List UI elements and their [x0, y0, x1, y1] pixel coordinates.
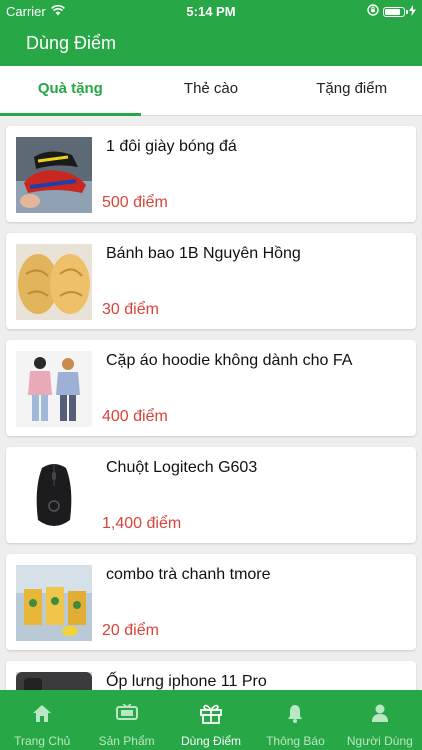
battery-icon: [383, 6, 408, 17]
lemon-tea-photo: [16, 565, 92, 641]
soccer-shoes-photo: [16, 137, 92, 213]
product-price: 30 điểm: [102, 301, 159, 318]
product-name: Chuột Logitech G603: [106, 459, 258, 476]
product-price: 20 điểm: [102, 622, 159, 639]
tab-gifts[interactable]: Quà tặng: [0, 66, 141, 116]
product-card[interactable]: combo trà chanh tmore 20 điểm: [6, 554, 416, 650]
bottom-nav: Trang Chủ Sản Phẩm Dùng Điểm Thông Báo N…: [0, 690, 422, 750]
page-title: Dùng Điểm: [26, 33, 117, 53]
top-bar: Carrier 5:14 PM Dùng Điểm: [0, 0, 422, 66]
product-name: 1 đôi giày bóng đá: [106, 138, 237, 155]
nav-item-notifications[interactable]: Thông Báo: [253, 690, 337, 750]
product-name: combo trà chanh tmore: [106, 566, 271, 583]
product-price: 1,400 điểm: [102, 515, 182, 532]
product-card[interactable]: Bánh bao 1B Nguyên Hồng 30 điểm: [6, 233, 416, 329]
status-right: [367, 4, 416, 19]
products-icon: [84, 702, 168, 724]
nav-label: Thông Báo: [266, 734, 325, 748]
bell-icon: [253, 702, 337, 724]
gift-icon: [169, 702, 253, 724]
nav-item-user[interactable]: Người Dùng: [338, 690, 422, 750]
nav-label: Sản Phẩm: [98, 734, 155, 748]
product-price: 400 điểm: [102, 408, 168, 425]
mouse-photo: [16, 458, 92, 534]
charging-icon: [409, 4, 416, 19]
reward-tabs: Quà tặng Thẻ cào Tặng điểm: [0, 66, 422, 116]
home-icon: [0, 702, 84, 724]
nav-item-use-points[interactable]: Dùng Điểm: [169, 690, 253, 750]
tab-scratch-cards[interactable]: Thẻ cào: [141, 66, 282, 115]
product-price: 500 điểm: [102, 194, 168, 211]
product-card[interactable]: Chuột Logitech G603 1,400 điểm: [6, 447, 416, 543]
product-list: 1 đôi giày bóng đá 500 điểm Bánh bao 1B …: [0, 116, 422, 690]
product-card[interactable]: 1 đôi giày bóng đá 500 điểm: [6, 126, 416, 222]
phone-case-photo: [16, 672, 92, 690]
nav-label: Người Dùng: [346, 734, 413, 748]
product-name: Bánh bao 1B Nguyên Hồng: [106, 245, 301, 262]
bun-photo: [16, 244, 92, 320]
nav-item-home[interactable]: Trang Chủ: [0, 690, 84, 750]
nav-item-products[interactable]: Sản Phẩm: [84, 690, 168, 750]
status-time: 5:14 PM: [186, 4, 236, 19]
orientation-lock-icon: [367, 4, 379, 19]
hoodie-couple-photo: [16, 351, 92, 427]
nav-label: Dùng Điểm: [181, 734, 242, 748]
tab-gift-points[interactable]: Tặng điểm: [281, 66, 422, 115]
nav-label: Trang Chủ: [14, 734, 71, 748]
product-card[interactable]: Cặp áo hoodie không dành cho FA 400 điểm: [6, 340, 416, 436]
product-name: Cặp áo hoodie không dành cho FA: [106, 352, 353, 369]
status-bar: Carrier 5:14 PM: [0, 0, 422, 22]
product-name: Ốp lưng iphone 11 Pro: [106, 673, 267, 690]
user-icon: [338, 702, 422, 724]
product-card[interactable]: Ốp lưng iphone 11 Pro: [6, 661, 416, 690]
